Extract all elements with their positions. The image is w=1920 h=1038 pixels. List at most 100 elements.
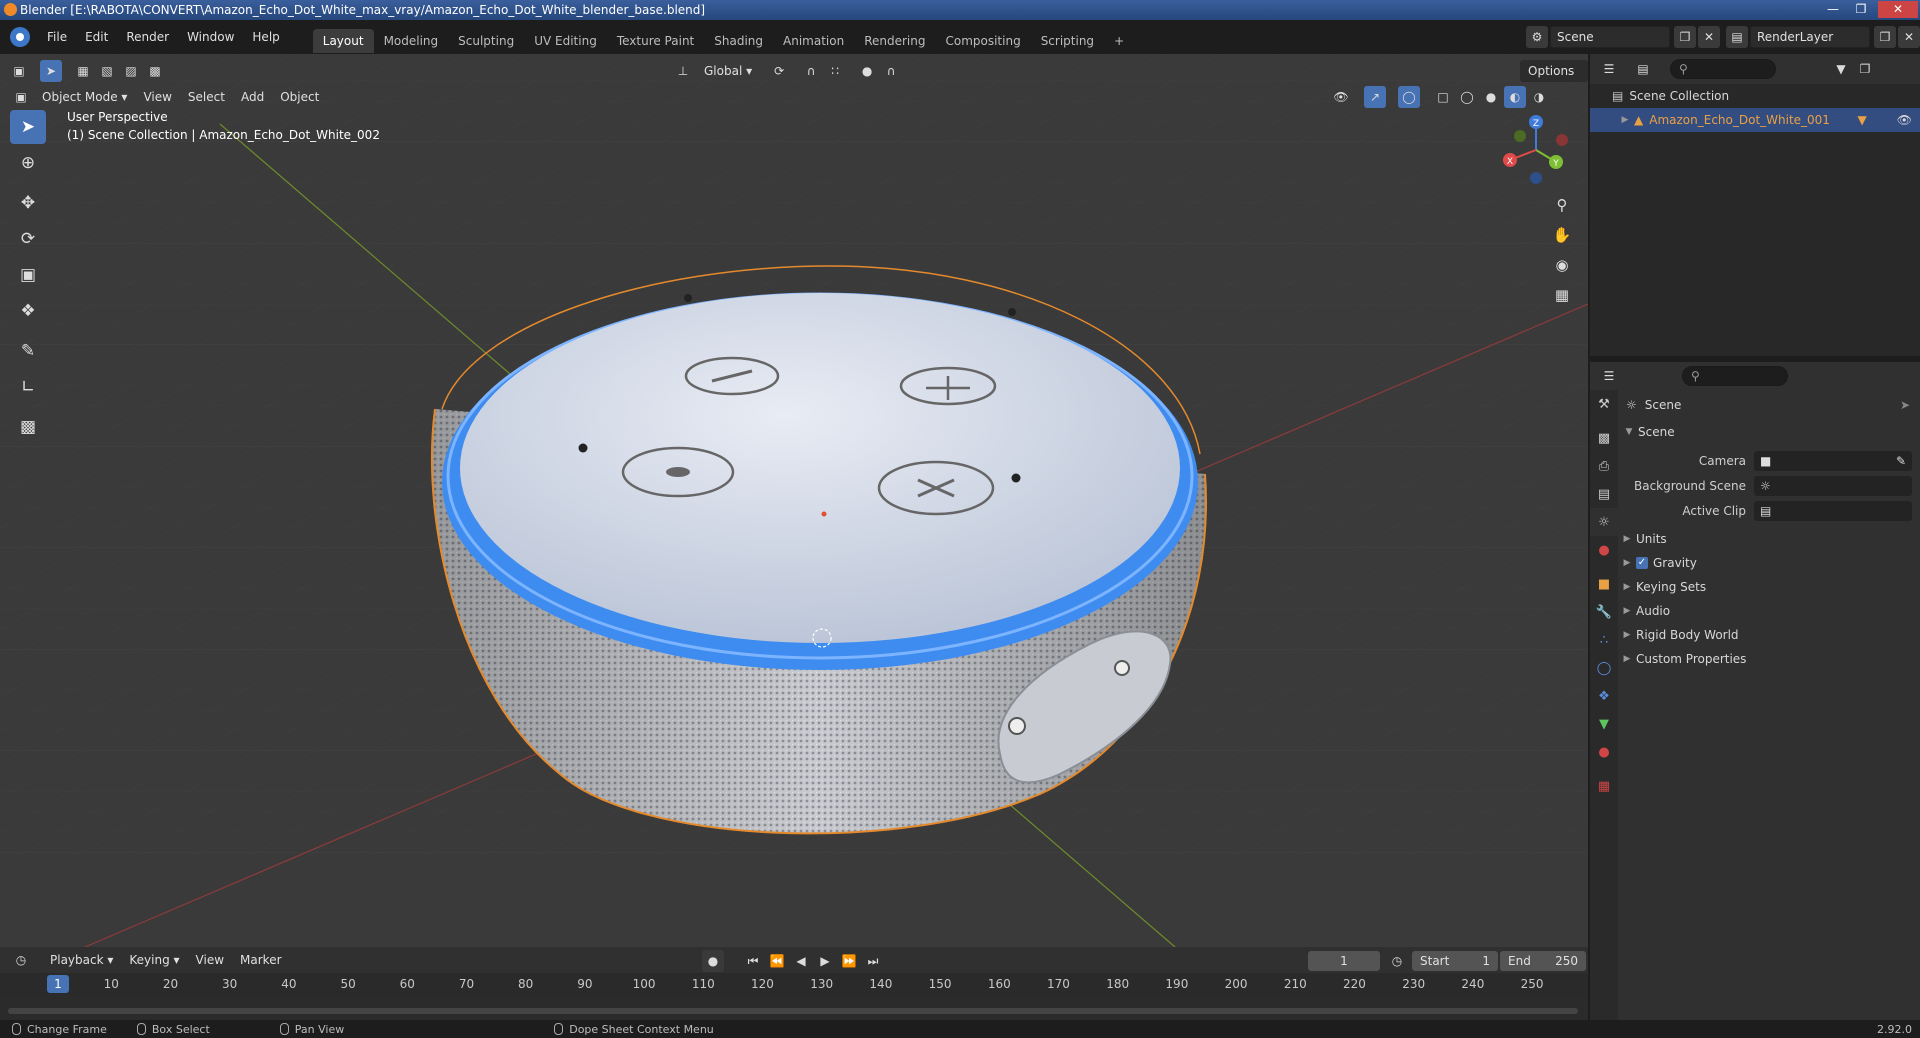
overlay-toggle-icon[interactable]: ◯ [1398,86,1420,108]
clock-icon[interactable]: ◷ [1386,950,1408,972]
measure-tool-icon[interactable]: ∟ [10,370,46,404]
expand-triangle-icon[interactable]: ▶ [1618,534,1636,544]
expand-triangle-icon[interactable]: ▶ [1618,558,1636,568]
expand-triangle-icon[interactable]: ▶ [1618,606,1636,616]
camera-field[interactable]: ■ ✎ [1754,450,1912,471]
expand-triangle-icon[interactable]: ▶ [1616,115,1634,125]
shading-material-icon[interactable]: ◐ [1504,86,1526,108]
end-frame-field[interactable]: End 250 [1500,951,1586,971]
close-button[interactable]: ✕ [1878,1,1918,18]
move-tool-icon[interactable]: ✥ [10,186,46,220]
visibility-eye-icon[interactable]: 👁 [1897,113,1912,127]
add-cube-tool-icon[interactable]: ▩ [10,410,46,444]
select-mode-extend-icon[interactable]: ▧ [96,60,118,82]
properties-editor-icon[interactable]: ☰ [1598,365,1620,387]
pivot-icon[interactable]: ⟳ [768,60,791,82]
background-scene-field[interactable]: ☼ [1754,475,1912,496]
blender-logo-icon[interactable] [10,27,30,47]
physics-tab-icon[interactable]: ◯ [1590,654,1618,682]
modifier-tab-icon[interactable]: 🔧 [1590,598,1618,626]
rotate-tool-icon[interactable]: ⟳ [10,222,46,256]
tl-menu-keying[interactable]: Keying ▾ [121,949,187,971]
new-layer-icon[interactable]: ❐ [1874,26,1896,48]
shading-rendered-icon[interactable]: ◑ [1528,86,1550,108]
perspective-toggle-icon[interactable]: ▦ [1547,280,1577,310]
zoom-icon[interactable]: ⚲ [1547,190,1577,220]
3d-viewport[interactable] [0,54,1588,947]
expand-triangle-icon[interactable]: ▶ [1618,630,1636,640]
pin-icon[interactable]: ➤ [1900,398,1910,412]
xray-icon[interactable]: □ [1432,86,1454,108]
expand-triangle-icon[interactable]: ▶ [1618,582,1636,592]
panel-audio[interactable]: ▶ Audio [1618,599,1920,623]
new-collection-icon[interactable]: ❐ [1854,58,1876,80]
camera-view-icon[interactable]: ◉ [1547,250,1577,280]
minimize-button[interactable]: — [1820,1,1846,18]
output-tab-icon[interactable]: ⎙ [1590,452,1618,480]
shading-solid-icon[interactable]: ● [1480,86,1502,108]
proportional-edit-icon[interactable]: ● [856,60,879,82]
panel-units[interactable]: ▶ Units [1618,527,1920,551]
menu-help[interactable]: Help [243,20,288,54]
play-icon[interactable]: ▶ [814,950,836,972]
tab-modeling[interactable]: Modeling [374,29,449,53]
transform-tool-icon[interactable]: ❖ [10,294,46,328]
outliner-editor-icon[interactable]: ☰ [1598,58,1620,80]
pan-hand-icon[interactable]: ✋ [1547,220,1577,250]
render-layer-icon[interactable]: ▤ [1726,26,1748,48]
menu-file[interactable]: File [38,20,76,54]
panel-custom-properties[interactable]: ▶ Custom Properties [1618,647,1920,671]
remove-layer-icon[interactable]: ✕ [1898,26,1920,48]
tab-shading[interactable]: Shading [704,29,773,53]
editor-type-icon[interactable]: ▣ [8,60,30,82]
tab-sculpting[interactable]: Sculpting [448,29,524,53]
expand-triangle-icon[interactable]: ▶ [1618,654,1636,664]
new-scene-icon[interactable]: ❐ [1674,26,1696,48]
view-layer-tab-icon[interactable]: ▤ [1590,480,1618,508]
render-layer-selector[interactable]: RenderLayer [1750,26,1870,48]
outliner-search-input[interactable]: ⚲ [1670,59,1776,79]
menu-edit[interactable]: Edit [76,20,117,54]
texture-tab-icon[interactable]: ▦ [1590,772,1618,800]
jump-end-icon[interactable]: ⏭ [862,950,884,972]
remove-scene-icon[interactable]: ✕ [1698,26,1720,48]
scene-tab-icon[interactable]: ☼ [1590,508,1618,536]
panel-gravity[interactable]: ▶ ✓ Gravity [1618,551,1920,575]
display-mode-icon[interactable]: ▤ [1632,58,1654,80]
timeline-editor-icon[interactable]: ◷ [10,949,32,971]
world-tab-icon[interactable]: ● [1590,536,1618,564]
select-mode-invert-icon[interactable]: ▩ [144,60,166,82]
object-tab-icon[interactable]: ■ [1590,570,1618,598]
tab-uv-editing[interactable]: UV Editing [524,29,607,53]
active-clip-field[interactable]: ▤ [1754,500,1912,521]
tool-tab-icon[interactable]: ⚒ [1590,390,1618,418]
navigation-gizmo[interactable]: Z Y X [1496,110,1576,190]
jump-keyframe-forward-icon[interactable]: ⏩ [838,950,860,972]
outliner-item-echo-dot[interactable]: ▶ ▲ Amazon_Echo_Dot_White_001 ▼ 👁 [1590,108,1920,132]
jump-keyframe-back-icon[interactable]: ⏪ [766,950,788,972]
annotate-tool-icon[interactable]: ✎ [10,334,46,368]
visibility-eye-icon[interactable]: 👁 [1330,86,1352,108]
shading-wire-icon[interactable]: ◯ [1456,86,1478,108]
add-workspace-button[interactable]: + [1104,29,1134,53]
timeline-scrollbar[interactable] [8,1008,1578,1014]
vp-menu-add[interactable]: Add [233,86,272,108]
scene-selector[interactable]: Scene [1550,26,1670,48]
echo-dot-object[interactable] [430,265,1207,835]
tl-menu-view[interactable]: View [188,949,232,971]
tab-texture-paint[interactable]: Texture Paint [607,29,704,53]
scene-panel-header[interactable]: ▼ Scene [1618,420,1920,444]
tab-scripting[interactable]: Scripting [1031,29,1104,53]
restore-button[interactable]: ❐ [1848,1,1874,18]
scene-icon[interactable]: ⚙ [1526,26,1548,48]
tl-menu-marker[interactable]: Marker [232,949,289,971]
falloff-icon[interactable]: ∩ [880,60,903,82]
vp-menu-view[interactable]: View [135,86,179,108]
render-tab-icon[interactable]: ▩ [1590,424,1618,452]
constraints-tab-icon[interactable]: ❖ [1590,682,1618,710]
cursor-tool-icon[interactable]: ⊕ [10,146,46,180]
menu-render[interactable]: Render [117,20,178,54]
panel-keying-sets[interactable]: ▶ Keying Sets [1618,575,1920,599]
start-frame-field[interactable]: Start 1 [1412,951,1498,971]
tab-animation[interactable]: Animation [773,29,854,53]
